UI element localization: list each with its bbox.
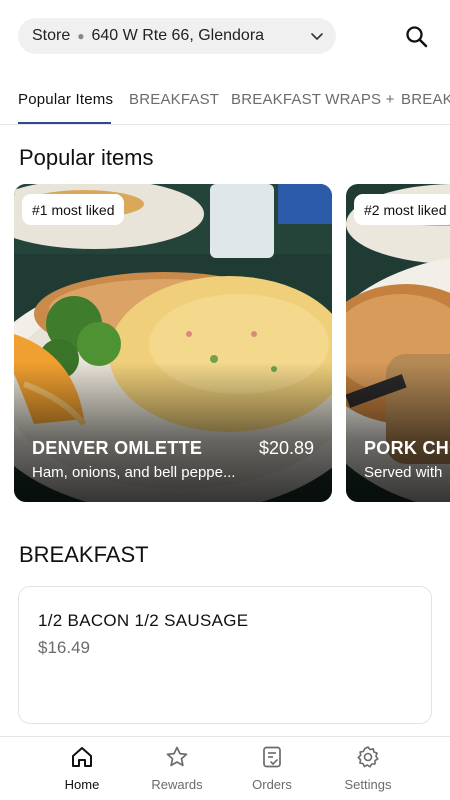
nav-settings-label: Settings bbox=[344, 777, 392, 792]
top-bar: Store ● 640 W Rte 66, Glendora bbox=[0, 0, 450, 76]
nav-orders-label: Orders bbox=[252, 777, 292, 792]
popular-carousel: #1 most liked DENVER OMLETTE $20.89 Ham,… bbox=[14, 184, 450, 502]
tab-breakfast[interactable]: BREAKFAST bbox=[129, 91, 219, 108]
popular-card-denver-omlette[interactable]: #1 most liked DENVER OMLETTE $20.89 Ham,… bbox=[14, 184, 332, 502]
tab-breakfast-wraps[interactable]: BREAKFAST WRAPS + bbox=[231, 91, 395, 108]
bottom-nav: Home Rewards Orders Settings bbox=[0, 736, 450, 800]
store-label: Store bbox=[32, 27, 71, 44]
popular-items-title: Popular items bbox=[19, 145, 154, 170]
item-name: DENVER OMLETTE bbox=[32, 438, 203, 458]
breakfast-section-title: BREAKFAST bbox=[19, 542, 149, 567]
orders-icon bbox=[263, 746, 281, 768]
rank-badge: #1 most liked bbox=[22, 194, 125, 225]
item-name: PORK CHOPS bbox=[364, 438, 450, 458]
menu-item-name: 1/2 BACON 1/2 SAUSAGE bbox=[38, 611, 249, 630]
menu-item-price: $16.49 bbox=[38, 638, 90, 657]
search-icon[interactable] bbox=[404, 24, 430, 50]
card-gradient bbox=[346, 362, 450, 502]
nav-rewards[interactable]: Rewards bbox=[129, 737, 225, 800]
nav-home[interactable]: Home bbox=[34, 737, 130, 800]
gear-icon bbox=[357, 746, 379, 768]
tab-breakfast-more[interactable]: BREAKFAST bbox=[401, 91, 450, 108]
popular-card-pork-chops[interactable]: #2 most liked PORK CHOPS Served with bbox=[346, 184, 450, 502]
chevron-down-icon bbox=[311, 33, 323, 40]
item-price: $20.89 bbox=[258, 438, 314, 458]
tab-popular-items[interactable]: Popular Items bbox=[18, 91, 113, 108]
store-address: 640 W Rte 66, Glendora bbox=[91, 27, 265, 44]
nav-home-label: Home bbox=[64, 777, 100, 792]
menu-item-card[interactable]: 1/2 BACON 1/2 SAUSAGE $16.49 bbox=[18, 586, 432, 724]
item-description: Served with bbox=[364, 464, 443, 481]
separator-dot: ● bbox=[77, 29, 85, 43]
home-icon bbox=[72, 747, 92, 767]
card-gradient bbox=[14, 362, 332, 502]
item-description: Ham, onions, and bell peppe... bbox=[32, 464, 236, 481]
nav-rewards-label: Rewards bbox=[151, 777, 203, 792]
nav-settings[interactable]: Settings bbox=[320, 737, 416, 800]
star-icon bbox=[166, 746, 188, 767]
rank-badge: #2 most liked bbox=[354, 194, 450, 225]
nav-orders[interactable]: Orders bbox=[224, 737, 320, 800]
store-selector[interactable]: Store ● 640 W Rte 66, Glendora bbox=[18, 18, 336, 54]
active-tab-indicator bbox=[18, 122, 111, 124]
category-tabs: Popular Items BREAKFAST BREAKFAST WRAPS … bbox=[0, 76, 450, 125]
